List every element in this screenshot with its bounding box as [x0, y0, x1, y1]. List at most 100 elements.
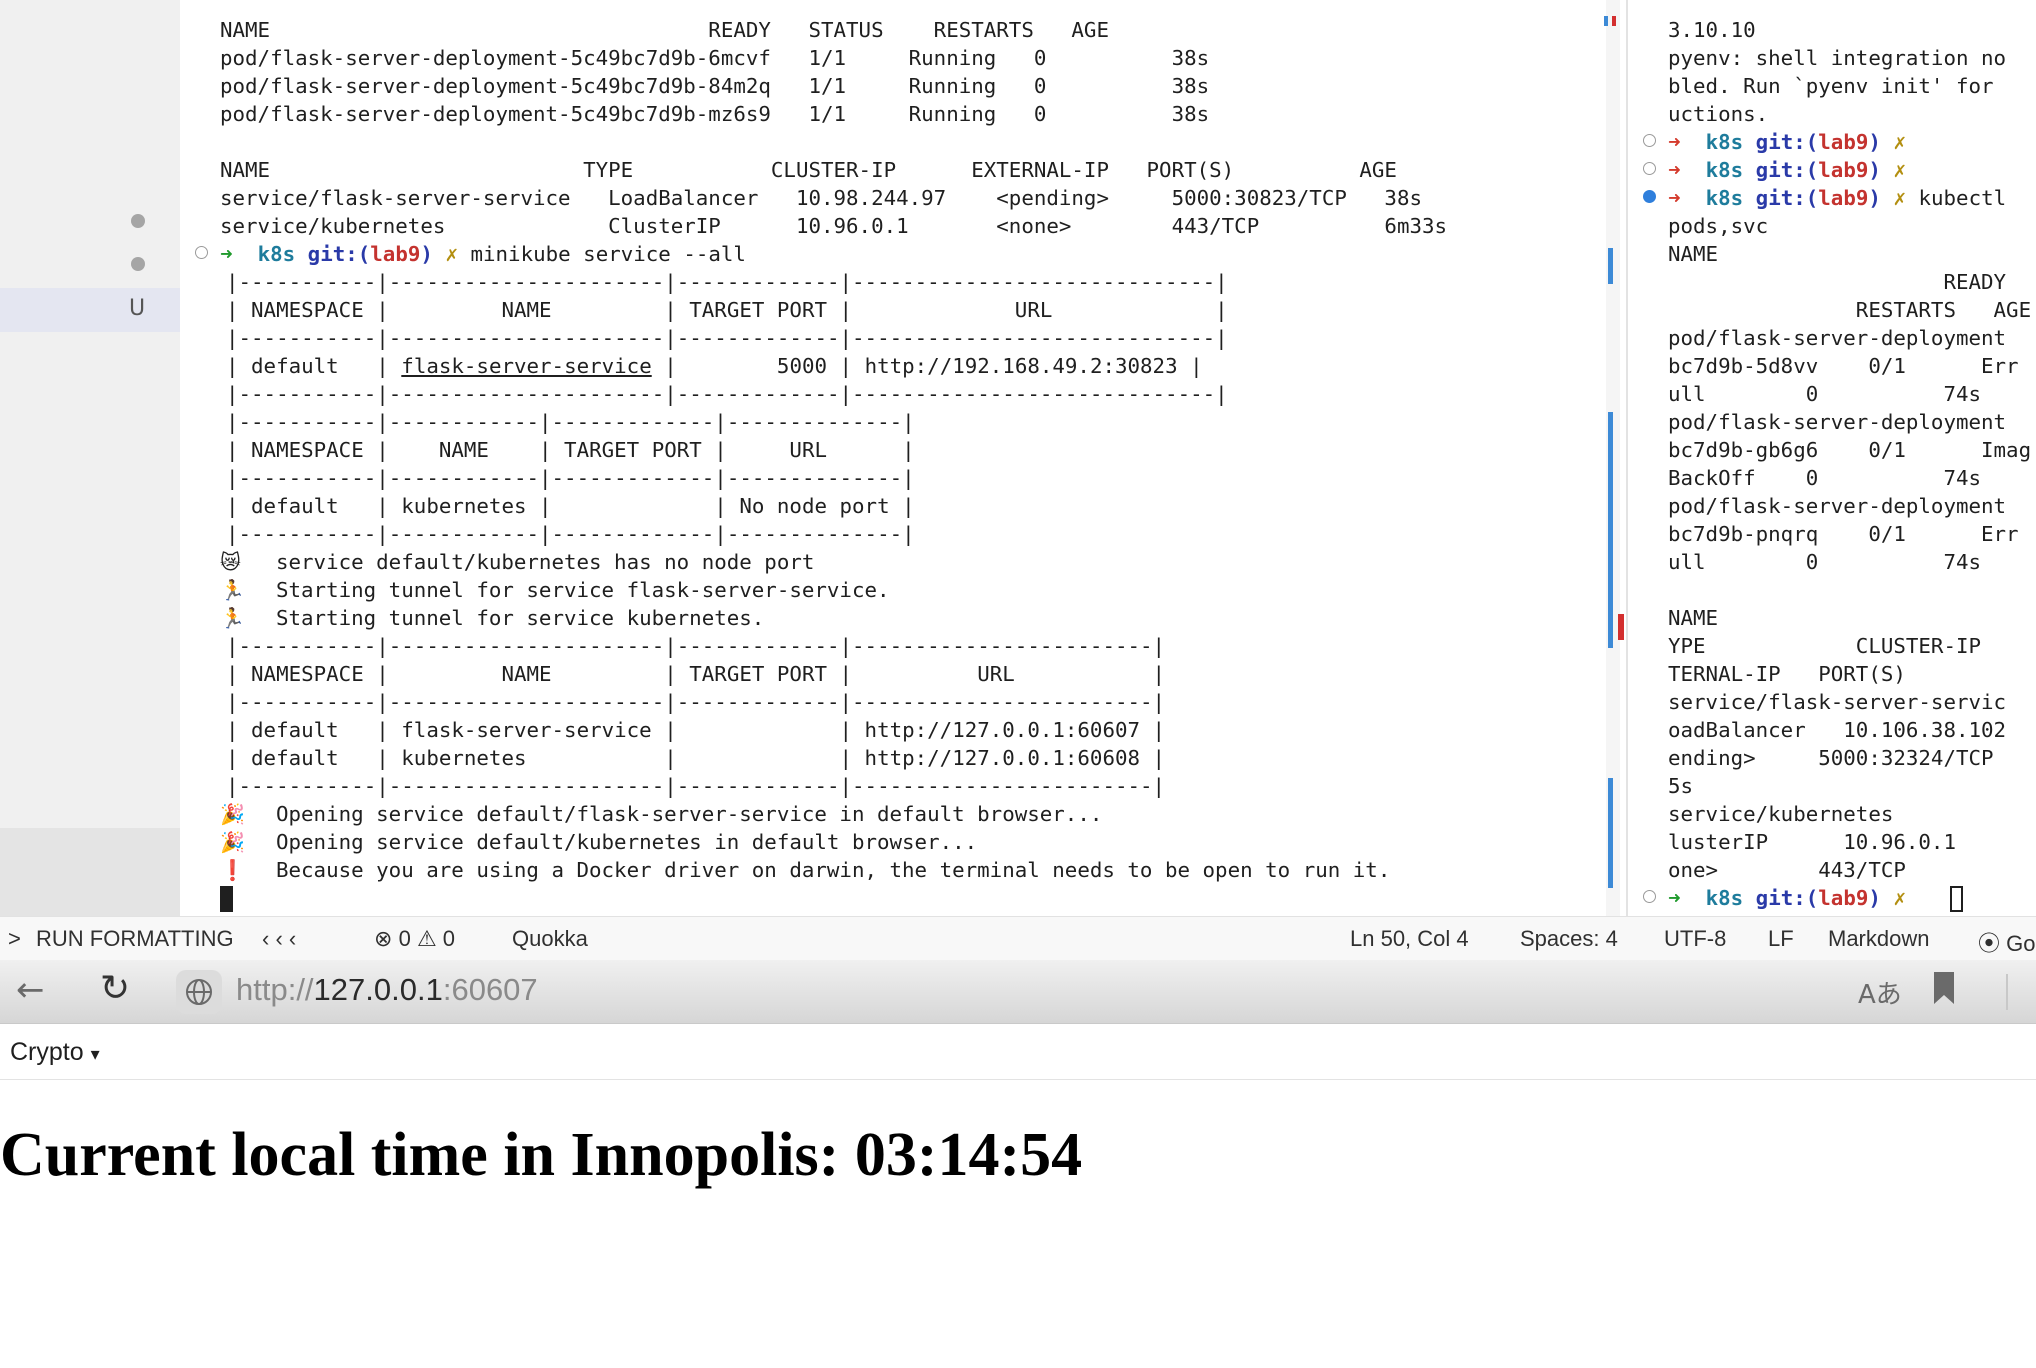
unsaved-dot-icon — [131, 214, 145, 228]
message-line: 🎉 Opening service default/flask-server-se… — [220, 802, 1103, 826]
prompt-command: minikube service --all — [470, 242, 746, 266]
table-border: |-----------|------------|-------------|… — [226, 466, 915, 490]
error-circle-icon: ⊗ — [374, 926, 393, 951]
side-prompt-line: ➜ k8s git:(lab9) ✗ kubectl — [1668, 186, 2007, 210]
pod-row: pod/flask-server-deployment-5c49bc7d9b-m… — [220, 102, 1210, 126]
eol-button[interactable]: LF — [1768, 926, 1794, 952]
side-prompt-line: ➜ k8s git:(lab9) ✗ — [1668, 130, 1906, 154]
table-header: | NAMESPACE | NAME | TARGET PORT | URL | — [226, 438, 915, 462]
untracked-badge: U — [129, 296, 146, 321]
dirty-mark-icon: ✗ — [445, 242, 458, 266]
terminal-cursor — [1950, 886, 1963, 912]
svc-row: service/flask-server-service LoadBalance… — [220, 186, 1422, 210]
command-status-circle-icon — [1643, 890, 1656, 903]
command-status-circle-icon — [1643, 134, 1656, 147]
side-line: BackOff 0 74s — [1668, 466, 1982, 490]
side-line: READY STAT — [1943, 270, 2007, 294]
terminal-split-divider[interactable] — [1626, 0, 1628, 916]
prompt-line: ➜ k8s git:(lab9) ✗ minikube service --al… — [220, 240, 746, 268]
side-prompt-line: ➜ k8s git:(lab9) ✗ — [1668, 158, 1906, 182]
table-border: |-----------|----------------------|----… — [226, 774, 1166, 798]
table-border: |-----------|----------------------|----… — [226, 382, 1228, 406]
table-border: |-----------|----------------------|----… — [226, 634, 1166, 658]
side-line: oadBalancer 10.106.38.102 — [1668, 718, 2007, 742]
table-border: |-----------|------------|-------------|… — [226, 522, 915, 546]
status-bar: > RUN FORMATTING ‹ ‹ ‹ ⊗ 0 ⚠ 0 Quokka Ln… — [0, 916, 2036, 960]
side-line: pyenv: shell integration no — [1668, 46, 2007, 70]
command-status-circle-icon — [195, 246, 208, 259]
indentation-button[interactable]: Spaces: 4 — [1520, 926, 1618, 952]
table-row: | default | kubernetes | | No node port … — [226, 494, 915, 518]
side-line: lusterIP 10.96.0.1 — [1668, 830, 1956, 854]
nav-back-arrows-icon[interactable]: ‹ ‹ ‹ — [262, 926, 296, 952]
side-line: YPE CLUSTER-IP — [1668, 634, 1982, 658]
bookmark-folder-crypto[interactable]: Crypto ▾ — [10, 1038, 100, 1067]
runner-icon: 🏃 — [220, 606, 245, 630]
translate-icon[interactable]: Aあ — [1858, 974, 1902, 1011]
side-line: bc7d9b-pnqrq 0/1 Err — [1668, 522, 2019, 546]
run-formatting-button[interactable]: RUN FORMATTING — [36, 926, 234, 952]
go-live-button[interactable]: ⦿ Go — [1978, 926, 2036, 958]
scroll-marker — [1608, 248, 1613, 284]
party-popper-icon: 🎉 — [220, 830, 245, 854]
chevron-right-icon[interactable]: > — [8, 926, 21, 952]
editor-gutter: U — [0, 0, 180, 916]
broadcast-icon: ⦿ — [1978, 931, 2001, 956]
table-row: | default | kubernetes | | http://127.0.… — [226, 746, 1166, 770]
side-prompt-line: ➜ k8s git:(lab9) ✗ — [1668, 886, 1906, 910]
side-line: uctions. — [1668, 102, 1769, 126]
globe-icon — [186, 979, 212, 1005]
browser-toolbar: ← ↻ http://127.0.0.1:60607 Aあ — [0, 960, 2036, 1024]
message-line: 🎉 Opening service default/kubernetes in d… — [220, 830, 978, 854]
prompt-dir: k8s — [257, 242, 296, 266]
side-line: one> 443/TCP — [1668, 858, 1906, 882]
encoding-button[interactable]: UTF-8 — [1664, 926, 1726, 952]
pod-row: pod/flask-server-deployment-5c49bc7d9b-6… — [220, 46, 1210, 70]
browser-window: ← ↻ http://127.0.0.1:60607 Aあ Crypto ▾ C… — [0, 960, 2036, 1368]
scroll-thumb[interactable] — [1608, 412, 1613, 648]
back-arrow-icon[interactable]: ← — [16, 970, 45, 1010]
gutter-panel-bottom — [0, 828, 180, 916]
bookmark-icon[interactable] — [1930, 970, 1958, 1010]
svc-header: NAME TYPE CLUSTER-IP EXTERNAL-IP PORT(S)… — [220, 158, 1397, 182]
unsaved-dot-icon — [131, 257, 145, 271]
scroll-marker — [1608, 778, 1613, 888]
service-link[interactable]: flask-server-service — [401, 354, 651, 378]
table-row: | default | flask-server-service | | htt… — [226, 718, 1166, 742]
command-status-circle-icon — [1643, 162, 1656, 175]
caret-down-icon: ▾ — [90, 1044, 100, 1064]
table-border: |-----------|------------|-------------|… — [226, 410, 915, 434]
side-line: pods,svc — [1668, 214, 1769, 238]
message-line: ❗ Because you are using a Docker driver o… — [220, 858, 1391, 882]
party-popper-icon: 🎉 — [220, 802, 245, 826]
page-heading: Current local time in Innopolis: 03:14:5… — [0, 1121, 1083, 1189]
reload-icon[interactable]: ↻ — [100, 968, 130, 1009]
runner-icon: 🏃 — [220, 578, 245, 602]
overview-marker — [1604, 16, 1608, 26]
language-mode-button[interactable]: Markdown — [1828, 926, 1929, 952]
address-bar[interactable]: http://127.0.0.1:60607 — [236, 972, 538, 1008]
svc-row: service/kubernetes ClusterIP 10.96.0.1 <… — [220, 214, 1448, 238]
warning-triangle-icon: ⚠ — [416, 926, 437, 951]
pods-header: NAME READY STATUS RESTARTS AGE — [220, 18, 1109, 42]
terminal-cursor — [220, 886, 233, 912]
table-header: | NAMESPACE | NAME | TARGET PORT | URL | — [226, 662, 1166, 686]
side-line: bled. Run `pyenv init' for — [1668, 74, 1994, 98]
site-info-button[interactable] — [176, 970, 222, 1014]
exclamation-icon: ❗ — [220, 858, 245, 882]
side-line: pod/flask-server-deployment — [1668, 410, 2007, 434]
crying-cat-icon: 😿 — [220, 550, 241, 574]
prompt-git-label: git:( — [307, 242, 371, 266]
side-line: service/kubernetes — [1668, 802, 1894, 826]
side-line: service/flask-server-servic — [1668, 690, 2007, 714]
explorer-item-selected[interactable]: U — [0, 288, 180, 332]
message-line: 🏃 Starting tunnel for service kubernetes. — [220, 606, 765, 630]
side-line: pod/flask-server-deployment — [1668, 494, 2007, 518]
command-running-circle-icon — [1643, 190, 1656, 203]
quokka-button[interactable]: Quokka — [512, 926, 588, 952]
pod-row: pod/flask-server-deployment-5c49bc7d9b-8… — [220, 74, 1210, 98]
cursor-position[interactable]: Ln 50, Col 4 — [1350, 926, 1469, 952]
problems-button[interactable]: ⊗ 0 ⚠ 0 — [374, 926, 455, 952]
message-line: 😿 service default/kubernetes has no node … — [220, 550, 815, 574]
vscode-window: U NAME READY STATUS RESTARTS AGE pod/fla… — [0, 0, 2036, 960]
